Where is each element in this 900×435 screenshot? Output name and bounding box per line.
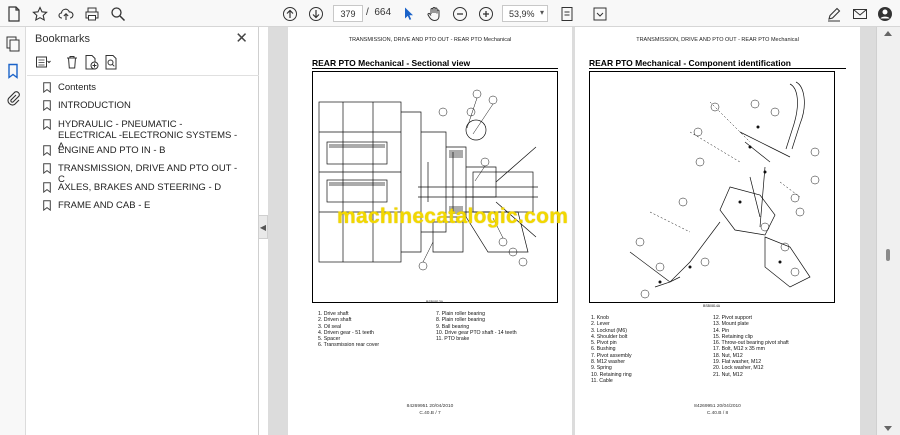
page-thumbnails-icon[interactable]	[5, 36, 21, 52]
collapse-panel-button[interactable]: ◀	[258, 215, 268, 239]
legend-column-1: 1. Knob 2. Lever 3. Locknut (M6) 4. Shou…	[591, 315, 632, 384]
footer-page: C.40.B / 8	[706, 411, 729, 416]
scroll-thumb[interactable]	[886, 249, 890, 261]
mail-icon[interactable]	[850, 4, 870, 23]
scroll-mode-icon[interactable]	[590, 4, 610, 23]
page-current: 379	[340, 8, 356, 19]
title-rule	[312, 68, 558, 69]
bookmark-icon	[43, 82, 51, 93]
zoom-select[interactable]: 53,9% ▾	[502, 5, 548, 22]
pdf-page-left: TRANSMISSION, DRIVE AND PTO OUT - REAR P…	[288, 27, 572, 435]
bookmark-icon	[43, 182, 51, 193]
star-icon[interactable]	[30, 4, 50, 23]
pdf-page-right: TRANSMISSION, DRIVE AND PTO OUT - REAR P…	[575, 27, 860, 435]
legend-item: 11. PTO brake	[436, 336, 470, 343]
new-file-icon[interactable]	[4, 4, 24, 23]
bookmark-icon	[43, 100, 51, 111]
close-icon[interactable]: ✕	[235, 29, 248, 47]
component-figure	[589, 71, 835, 303]
delete-icon[interactable]	[64, 54, 80, 70]
legend-column-1: 1. Drive shaft 2. Driven shaft 3. Oil se…	[318, 311, 379, 349]
zoom-out-icon[interactable]	[450, 4, 470, 23]
hand-icon[interactable]	[424, 4, 444, 23]
page-down-icon[interactable]	[306, 4, 326, 23]
attachments-icon[interactable]	[5, 90, 21, 106]
scroll-up-icon[interactable]	[884, 31, 892, 36]
legend-item: 3. Locknut (M6)	[591, 327, 628, 334]
left-rail	[0, 27, 26, 435]
chevron-left-icon: ◀	[259, 222, 267, 232]
bookmark-options-icon[interactable]	[35, 54, 51, 70]
page-header: TRANSMISSION, DRIVE AND PTO OUT - REAR P…	[636, 37, 799, 43]
print-icon[interactable]	[82, 4, 102, 23]
legend-item: 6. Transmission rear cover	[318, 342, 380, 349]
bookmarks-toolbar	[35, 54, 251, 74]
title-rule	[589, 68, 846, 69]
zoom-search-icon[interactable]	[108, 4, 128, 23]
watermark: machinecatalogic.com	[337, 205, 569, 228]
account-icon[interactable]	[875, 4, 895, 23]
legend-column-2: 7. Plain roller bearing 8. Plain roller …	[436, 311, 517, 342]
bookmark-label: AXLES, BRAKES AND STEERING - D	[58, 182, 222, 193]
page-header: TRANSMISSION, DRIVE AND PTO OUT - REAR P…	[348, 37, 512, 43]
bookmark-label: ENGINE AND PTO IN - B	[58, 145, 166, 156]
legend-item: 21. Nut, M12	[713, 371, 743, 378]
find-bookmark-icon[interactable]	[103, 54, 119, 70]
zoom-in-icon[interactable]	[476, 4, 496, 23]
sectional-view-drawing	[318, 89, 538, 271]
add-bookmark-icon[interactable]	[83, 54, 99, 70]
bookmarks-panel-icon[interactable]	[5, 63, 21, 79]
scroll-down-icon[interactable]	[884, 426, 892, 431]
cloud-upload-icon[interactable]	[56, 4, 76, 23]
fit-page-icon[interactable]	[557, 4, 577, 23]
bookmark-icon	[43, 163, 51, 174]
bookmark-label: INTRODUCTION	[58, 100, 131, 111]
bookmark-icon	[43, 200, 51, 211]
bookmark-label: FRAME AND CAB - E	[58, 200, 151, 211]
page-title: REAR PTO Mechanical - Component identifi…	[589, 58, 791, 68]
footer-code: 84269951 20/04/2010	[406, 404, 454, 409]
page-total: 664	[374, 7, 392, 18]
document-viewport[interactable]: TRANSMISSION, DRIVE AND PTO OUT - REAR P…	[268, 27, 876, 435]
page-up-icon[interactable]	[280, 4, 300, 23]
panel-divider	[27, 75, 259, 76]
vertical-scrollbar[interactable]	[876, 27, 900, 435]
top-toolbar: 379 / 664 53,9% ▾	[0, 0, 900, 27]
component-drawing	[629, 81, 820, 299]
legend-column-2: 12. Pivot support 13. Mount plate 14. Pi…	[713, 315, 789, 378]
page-number-input[interactable]: 379	[333, 5, 363, 22]
bookmark-icon	[43, 119, 51, 130]
figure-code: BSB0814A	[703, 304, 721, 308]
legend-item: 11. Cable	[591, 377, 613, 384]
bookmark-label: Contents	[58, 82, 97, 93]
footer-page: C.40.B / 7	[419, 411, 441, 416]
page-title: REAR PTO Mechanical - Sectional view	[312, 58, 471, 68]
edit-sign-icon[interactable]	[824, 4, 844, 23]
page-total-label: / 664	[366, 7, 391, 18]
zoom-value: 53,9%	[509, 8, 535, 19]
bookmarks-title: Bookmarks	[35, 33, 91, 45]
footer-code: 84269951 20/04/2010	[694, 404, 741, 409]
page-separator: /	[366, 7, 369, 18]
bookmarks-panel: Bookmarks ✕ Contents INTRODUCTION HYDRAU…	[27, 27, 259, 435]
figure-code: BSB0813A	[426, 300, 444, 304]
bookmark-icon	[43, 145, 51, 156]
chevron-down-icon: ▾	[539, 8, 544, 17]
sectional-view-figure	[312, 71, 558, 303]
select-cursor-icon[interactable]	[398, 4, 418, 23]
